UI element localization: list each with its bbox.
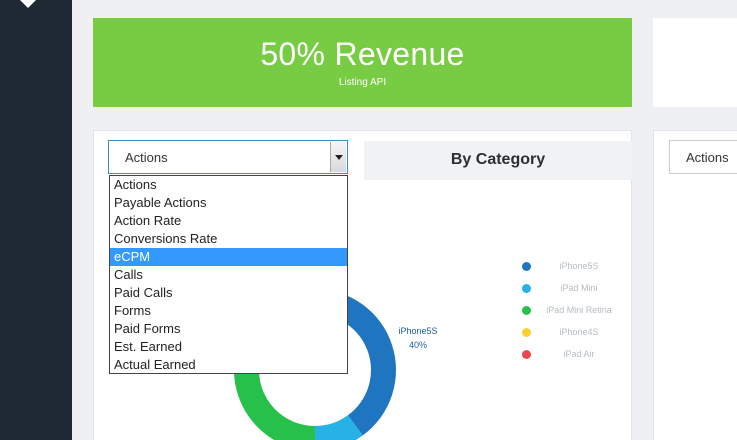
revenue-title: 50% Revenue [260, 36, 465, 72]
dropdown-option[interactable]: Actual Earned [110, 356, 347, 374]
dropdown-option[interactable]: eCPM [110, 248, 347, 266]
secondary-select-value: Actions [686, 150, 729, 165]
revenue-subtitle: Listing API [338, 77, 387, 88]
dropdown-option[interactable]: Paid Calls [110, 284, 347, 302]
legend-label: iPhone5S [559, 261, 599, 271]
legend-label: iPhone4S [559, 327, 599, 337]
legend-item: iPad Mini Retina [520, 302, 630, 324]
sidebar [0, 0, 72, 440]
dropdown-option[interactable]: Paid Forms [110, 320, 347, 338]
legend-item: iPad Mini [520, 280, 630, 302]
secondary-panel [653, 130, 737, 440]
secondary-metric-select[interactable]: Actions [669, 140, 737, 174]
chevron-down-icon[interactable] [330, 142, 346, 172]
dropdown-option[interactable]: Payable Actions [110, 194, 347, 212]
data-label-name: iPhone5S [398, 326, 437, 336]
logo-icon [20, 0, 36, 8]
legend-item: iPhone5S [520, 258, 630, 280]
panel-title: By Category [450, 151, 546, 168]
chart-legend: iPhone5S iPad Mini iPad Mini Retina iPhone4… [520, 258, 630, 368]
legend-label: iPad Mini Retina [546, 305, 612, 315]
metric-select[interactable]: Actions [108, 140, 348, 174]
dropdown-option[interactable]: Forms [110, 302, 347, 320]
dropdown-option[interactable]: Calls [110, 266, 347, 284]
metric-select-value: Actions [125, 150, 168, 165]
legend-item: iPad Air [520, 346, 630, 368]
revenue-card: 50% Revenue Listing API [93, 18, 632, 107]
dropdown-option[interactable]: Est. Earned [110, 338, 347, 356]
dropdown-option[interactable]: Action Rate [110, 212, 347, 230]
dropdown-option[interactable]: Actions [110, 176, 347, 194]
metric-dropdown[interactable]: Actions Payable Actions Action Rate Convers… [109, 175, 348, 374]
data-label-value: 40% [409, 340, 427, 350]
legend-label: iPad Mini [560, 283, 598, 293]
category-header: By Category [364, 141, 632, 180]
dropdown-option[interactable]: Conversions Rate [110, 230, 347, 248]
legend-label: iPad Air [563, 349, 595, 359]
secondary-card-top [653, 18, 737, 107]
legend-item: iPhone4S [520, 324, 630, 346]
